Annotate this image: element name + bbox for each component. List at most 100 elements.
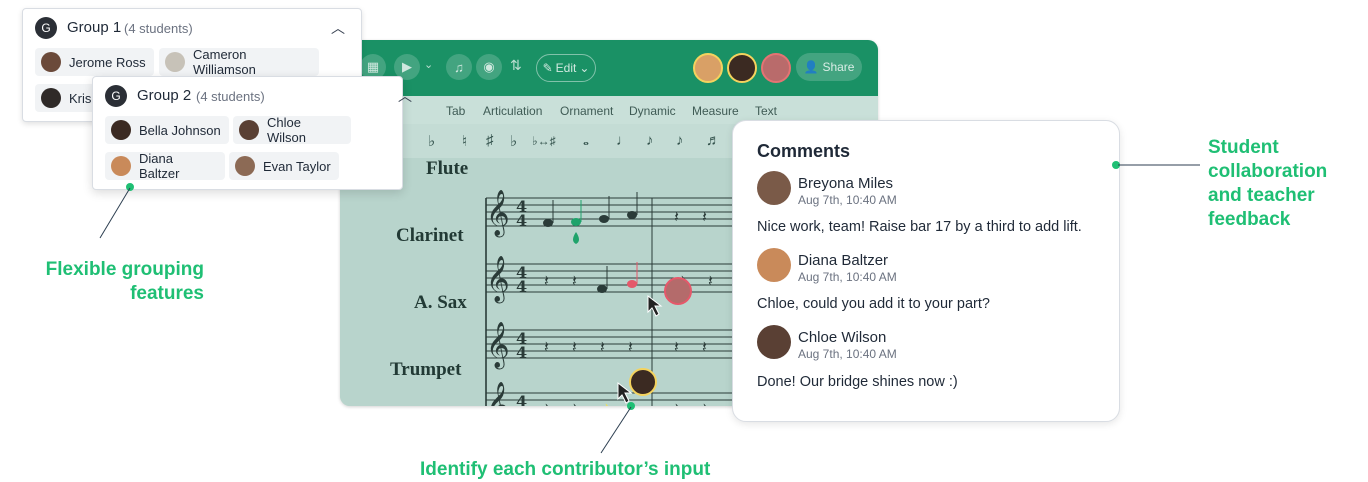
edit-mode-button[interactable]: ✎ Edit ⌄ (536, 54, 596, 82)
menu-item-tab[interactable]: Tab (446, 104, 465, 118)
avatar (757, 325, 791, 359)
eighth-note-icon[interactable]: ♪ (676, 132, 684, 149)
comments-panel: Comments Breyona Miles Aug 7th, 10:40 AM… (732, 120, 1120, 422)
collaboration-callout: Student collaboration and teacher feedba… (1208, 136, 1327, 232)
student-name: Cameron Williamson (193, 47, 256, 77)
avatar (757, 171, 791, 205)
svg-text:4: 4 (516, 211, 527, 230)
svg-text:𝄽: 𝄽 (544, 337, 549, 356)
enharmonic-icon[interactable]: ♭↔♯ (532, 134, 556, 148)
comment-message: Chloe, could you add it to your part? (757, 296, 990, 312)
avatar (41, 88, 61, 108)
student-chip[interactable]: Jerome Ross (35, 48, 154, 76)
student-name: Evan Taylor (263, 158, 331, 174)
comment-timestamp: Aug 7th, 10:40 AM (798, 270, 897, 284)
student-name: Bella Johnson (139, 122, 221, 138)
svg-text:𝄽: 𝄽 (708, 271, 713, 290)
comment-author: Chloe Wilson (798, 329, 887, 346)
avatar (239, 120, 259, 140)
group-badge: G (105, 85, 127, 107)
menu-item-dynamic[interactable]: Dynamic (629, 104, 676, 118)
menu-item-ornament[interactable]: Ornament (560, 104, 613, 118)
callout-text: feedback (1208, 209, 1291, 230)
group-card-2[interactable]: G Group 2 (4 students) ︿ Bella Johnson C… (92, 76, 412, 190)
student-name: Jerome Ross (69, 54, 146, 70)
student-name: Chloe Wilson (267, 115, 307, 145)
avatar (235, 156, 255, 176)
editor-toolbar: ▦ ▶ ⌄ ♫ ◉ ⇅ ✎ Edit ⌄ 👤 Share (340, 40, 878, 96)
chevron-down-icon: ⌄ (579, 61, 590, 75)
avatar (41, 52, 61, 72)
grouping-callout: Flexible grouping features (36, 258, 204, 306)
chevron-up-icon[interactable]: ︿ (398, 86, 412, 106)
menu-item-measure[interactable]: Measure (692, 104, 739, 118)
quarter-note-icon[interactable]: ♩ (616, 132, 631, 149)
menu-item-articulation[interactable]: Articulation (483, 104, 542, 118)
svg-text:𝄞: 𝄞 (486, 322, 510, 370)
svg-text:4: 4 (516, 392, 527, 406)
natural-icon[interactable]: ♮ (462, 132, 467, 150)
svg-text:𝄽: 𝄽 (702, 207, 707, 226)
callout-text: collaboration (1208, 161, 1328, 182)
svg-text:𝄽: 𝄽 (572, 271, 577, 290)
pencil-icon: ✎ (542, 61, 553, 75)
avatar (111, 156, 131, 176)
svg-text:𝄞: 𝄞 (486, 190, 510, 238)
svg-text:𝄽: 𝄽 (572, 337, 577, 356)
eighth-note-icon[interactable]: ♪ (646, 132, 654, 149)
menu-item-text[interactable]: Text (755, 104, 777, 118)
student-name: Kris (69, 90, 92, 106)
chevron-up-icon[interactable]: ︿ (331, 18, 345, 38)
svg-text:𝄽: 𝄽 (674, 207, 679, 226)
avatar (727, 53, 757, 83)
group-student-count: (4 students) (196, 89, 265, 104)
svg-text:𝄞: 𝄞 (486, 256, 510, 304)
callout-text: and teacher (1208, 185, 1315, 206)
callout-line (99, 187, 131, 239)
chevron-down-icon[interactable]: ⌄ (424, 58, 433, 71)
add-user-icon: 👤 (803, 60, 819, 74)
whole-note-icon[interactable]: 𝅝 (583, 132, 589, 149)
svg-text:𝄽: 𝄽 (628, 337, 633, 356)
flat-icon[interactable]: ♭ (510, 132, 517, 150)
avatar (761, 53, 791, 83)
group-name: Group 2 (137, 87, 192, 104)
callout-line (1118, 164, 1200, 166)
group-student-count: (4 students) (124, 21, 193, 36)
share-label: Share (822, 60, 855, 74)
group-badge: G (35, 17, 57, 39)
comment-author: Breyona Miles (798, 175, 894, 192)
svg-text:𝄞: 𝄞 (486, 382, 510, 406)
record-icon[interactable]: ◉ (476, 54, 502, 80)
callout-text: Flexible grouping (45, 259, 204, 280)
avatar (165, 52, 185, 72)
svg-text:𝄽: 𝄽 (674, 399, 679, 406)
comment-message: Done! Our bridge shines now :) (757, 374, 958, 390)
avatar (111, 120, 131, 140)
comment-author: Diana Baltzer (798, 252, 889, 269)
student-name: Diana Baltzer (139, 151, 180, 181)
svg-text:𝄽: 𝄽 (544, 399, 549, 406)
flat-icon[interactable]: ♭ (428, 132, 435, 150)
svg-text:4: 4 (516, 277, 527, 296)
svg-text:𝄽: 𝄽 (702, 399, 707, 406)
comment-message: Nice work, team! Raise bar 17 by a third… (757, 219, 1082, 235)
sharp-icon[interactable]: ♯ (486, 132, 494, 149)
student-chip[interactable]: Evan Taylor (229, 152, 339, 180)
student-chip[interactable]: Chloe Wilson (233, 115, 351, 145)
svg-text:𝄽: 𝄽 (702, 337, 707, 356)
svg-text:𝄽: 𝄽 (600, 337, 605, 356)
student-chip[interactable]: Bella Johnson (105, 116, 229, 144)
svg-text:𝄽: 𝄽 (572, 399, 577, 406)
comment-timestamp: Aug 7th, 10:40 AM (798, 347, 897, 361)
student-chip[interactable]: Cameron Williamson (159, 47, 319, 77)
student-chip[interactable]: Diana Baltzer (105, 151, 225, 181)
metronome-icon[interactable]: ♫ (446, 54, 472, 80)
transpose-icon[interactable]: ⇅ (510, 57, 522, 74)
share-button[interactable]: 👤 Share (796, 53, 862, 81)
group-name: Group 1 (67, 19, 122, 36)
sixteenth-note-icon[interactable]: ♬ (706, 132, 721, 149)
avatar (693, 53, 723, 83)
svg-text:𝄽: 𝄽 (544, 271, 549, 290)
comment-timestamp: Aug 7th, 10:40 AM (798, 193, 897, 207)
